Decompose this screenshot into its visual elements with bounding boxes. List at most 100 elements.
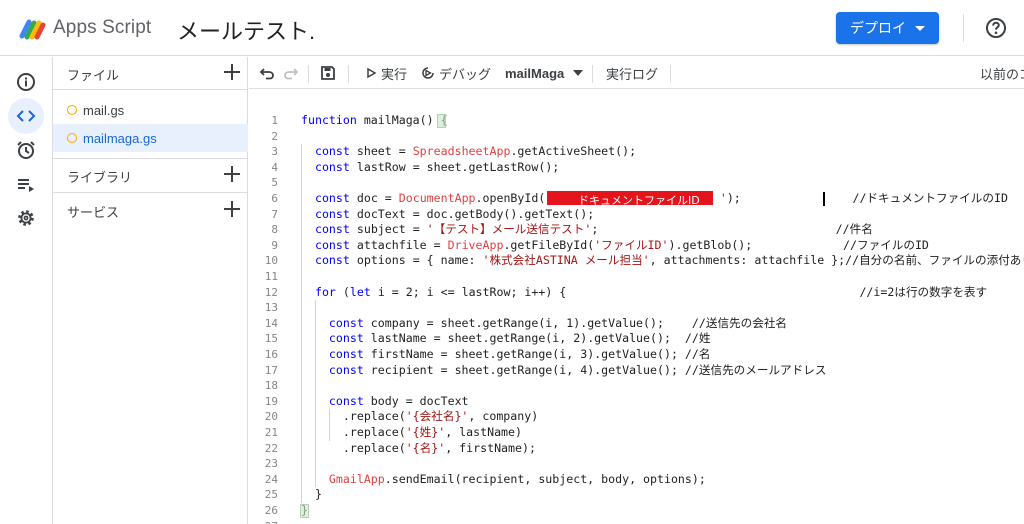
code-line[interactable]: 11 bbox=[249, 269, 1024, 285]
code-line[interactable]: 20 .replace('{会社名}', company) bbox=[249, 409, 1024, 425]
code-line[interactable]: 25 } bbox=[249, 487, 1024, 503]
code-line[interactable]: 26} bbox=[249, 503, 1024, 519]
code-line[interactable]: 24 GmailApp.sendEmail(recipient, subject… bbox=[249, 472, 1024, 488]
line-number: 22 bbox=[264, 441, 278, 455]
code-text: const sheet = SpreadsheetApp.getActiveSh… bbox=[314, 144, 637, 159]
toolbar-divider bbox=[670, 65, 671, 83]
apps-script-logo-icon[interactable] bbox=[18, 14, 46, 42]
project-title[interactable]: メールテスト. bbox=[177, 14, 315, 46]
code-line[interactable]: 16 const firstName = sheet.getRange(i, 3… bbox=[249, 347, 1024, 363]
undo-button[interactable] bbox=[259, 57, 275, 89]
code-text: .replace('{名}', firstName); bbox=[301, 440, 536, 455]
play-icon bbox=[367, 67, 377, 79]
toolbar-divider bbox=[348, 65, 349, 83]
overview-button[interactable] bbox=[8, 64, 44, 100]
line-number: 2 bbox=[271, 129, 278, 143]
code-line[interactable]: 8 const subject = '【テスト】メール送信テスト'; //件名 bbox=[249, 222, 1024, 238]
line-number: 4 bbox=[271, 160, 278, 174]
code-line[interactable]: 4 const lastRow = sheet.getLastRow(); bbox=[249, 160, 1024, 176]
add-library-icon[interactable] bbox=[224, 166, 240, 182]
code-line[interactable]: 2 bbox=[249, 129, 1024, 145]
add-file-icon[interactable] bbox=[224, 64, 240, 80]
code-line[interactable]: 22 .replace('{名}', firstName); bbox=[249, 441, 1024, 457]
divider bbox=[53, 89, 248, 90]
code-line[interactable]: 19 const body = docText bbox=[249, 394, 1024, 410]
executions-button[interactable] bbox=[8, 166, 44, 202]
line-number: 7 bbox=[271, 207, 278, 221]
line-number: 24 bbox=[264, 472, 278, 486]
code-line[interactable]: 9 const attachfile = DriveApp.getFileByI… bbox=[249, 238, 1024, 254]
history-button[interactable]: 以前のコ bbox=[980, 57, 1024, 89]
redo-icon bbox=[284, 68, 299, 80]
line-number: 1 bbox=[271, 114, 278, 127]
line-number: 10 bbox=[264, 254, 278, 268]
gear-icon bbox=[18, 210, 34, 226]
editor-toolbar: 実行 デバッグ mailMaga 実行ログ 以前のコ bbox=[249, 57, 1024, 89]
debug-button[interactable]: デバッグ bbox=[421, 57, 491, 89]
code-text: const attachfile = DriveApp.getFileById(… bbox=[314, 237, 929, 252]
line-number: 9 bbox=[271, 238, 278, 252]
code-text: for (let i = 2; i <= lastRow; i++) { //i… bbox=[314, 284, 988, 299]
code-line[interactable]: 1 function mailMaga() { bbox=[249, 113, 1024, 129]
line-number: 3 bbox=[271, 145, 278, 159]
code-line[interactable]: 14 const company = sheet.getRange(i, 1).… bbox=[249, 316, 1024, 332]
file-item-mailmaga[interactable]: mailmaga.gs bbox=[53, 124, 248, 152]
code-editor[interactable]: 1 function mailMaga() {2 3 const sheet = S… bbox=[249, 89, 1024, 524]
deploy-label: デプロイ bbox=[850, 20, 906, 36]
code-text: const subject = '【テスト】メール送信テスト'; //件名 bbox=[314, 222, 873, 237]
code-line[interactable]: 5 bbox=[249, 175, 1024, 191]
line-number: 25 bbox=[264, 488, 278, 502]
code-line[interactable]: 27 bbox=[249, 519, 1024, 524]
code-text: .replace('{会社名}', company) bbox=[301, 409, 539, 424]
line-number: 15 bbox=[264, 332, 278, 346]
settings-button[interactable] bbox=[8, 200, 44, 236]
bracket-match-highlight bbox=[300, 504, 309, 518]
redo-button[interactable] bbox=[283, 57, 299, 89]
alarm-clock-icon bbox=[17, 141, 35, 159]
line-number: 8 bbox=[271, 223, 278, 237]
add-service-icon[interactable] bbox=[224, 201, 240, 217]
code-icon bbox=[16, 110, 36, 122]
toolbar-divider bbox=[308, 65, 309, 83]
file-name: mailmaga.gs bbox=[83, 131, 157, 146]
editor-button[interactable] bbox=[8, 98, 44, 134]
line-number: 6 bbox=[271, 192, 278, 205]
code-line[interactable]: 13 bbox=[249, 300, 1024, 316]
run-button[interactable]: 実行 bbox=[365, 57, 407, 89]
playlist-run-icon bbox=[18, 179, 34, 192]
line-number: 21 bbox=[264, 426, 278, 439]
code-line[interactable]: 21 .replace('{姓}', lastName) bbox=[249, 425, 1024, 441]
code-text: const lastRow = sheet.getLastRow(); bbox=[314, 159, 560, 174]
code-text: const docText = doc.getBody().getText(); bbox=[314, 206, 595, 221]
debug-label: デバッグ bbox=[439, 66, 492, 82]
code-line[interactable]: 3 const sheet = SpreadsheetApp.getActive… bbox=[249, 144, 1024, 160]
code-line[interactable]: 18 bbox=[249, 378, 1024, 394]
left-nav-rail bbox=[0, 57, 53, 524]
function-select[interactable]: mailMaga bbox=[505, 57, 584, 89]
code-line[interactable]: 23 bbox=[249, 456, 1024, 472]
line-number: 20 bbox=[264, 410, 278, 424]
app-name[interactable]: Apps Script bbox=[53, 17, 151, 39]
deploy-button[interactable]: デプロイ bbox=[836, 12, 939, 44]
code-line[interactable]: 15 const lastName = sheet.getRange(i, 2)… bbox=[249, 331, 1024, 347]
file-item-mail[interactable]: mail.gs bbox=[53, 96, 248, 124]
indent-guide bbox=[329, 409, 330, 441]
help-icon[interactable] bbox=[985, 17, 1007, 39]
line-number: 16 bbox=[264, 348, 278, 361]
code-line[interactable]: 12 for (let i = 2; i <= lastRow; i++) { … bbox=[249, 285, 1024, 301]
code-line[interactable]: 10 const options = { name: '株式会社ASTINA メ… bbox=[249, 253, 1024, 269]
file-panel: ファイル mail.gs mailmaga.gs ライブラリ サービス bbox=[53, 57, 248, 524]
code-text: const firstName = sheet.getRange(i, 3).g… bbox=[328, 347, 711, 361]
line-number: 27 bbox=[249, 519, 278, 524]
execution-log-label: 実行ログ bbox=[606, 66, 659, 82]
triggers-button[interactable] bbox=[8, 132, 44, 168]
file-status-icon bbox=[67, 133, 77, 143]
redaction-label: ドキュメントファイルID bbox=[578, 194, 700, 207]
save-button[interactable] bbox=[320, 57, 336, 89]
text-cursor bbox=[823, 192, 825, 206]
execution-log-button[interactable]: 実行ログ bbox=[606, 57, 658, 89]
code-line[interactable]: 17 const recipient = sheet.getRange(i, 4… bbox=[249, 363, 1024, 379]
code-text: const recipient = sheet.getRange(i, 4).g… bbox=[328, 362, 827, 377]
code-text: function mailMaga() { bbox=[301, 113, 448, 127]
code-line[interactable]: 7 const docText = doc.getBody().getText(… bbox=[249, 207, 1024, 223]
